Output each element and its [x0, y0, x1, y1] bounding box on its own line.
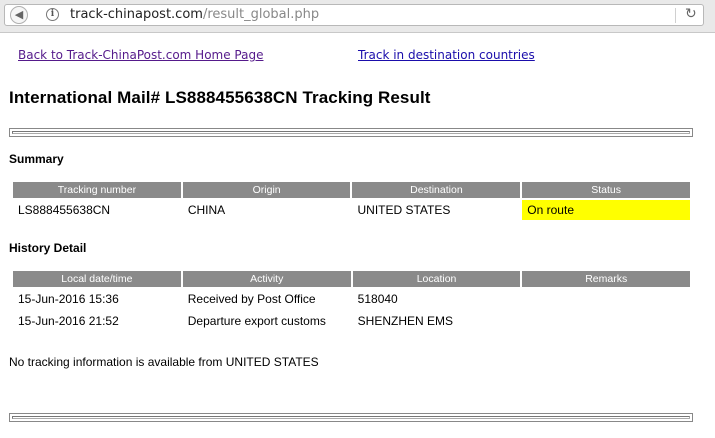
summary-header-row: Tracking number Origin Destination Statu…: [13, 182, 690, 198]
no-tracking-note: No tracking information is available fro…: [9, 355, 319, 369]
datetime-cell: 15-Jun-2016 21:52: [18, 314, 119, 328]
divider-bottom: [9, 413, 693, 422]
location-cell: SHENZHEN EMS: [357, 314, 454, 328]
browser-toolbar: ◀ i track-chinapost.com/result_global.ph…: [0, 0, 715, 33]
reload-icon[interactable]: ↻: [685, 6, 697, 22]
origin-value: CHINA: [187, 203, 226, 217]
table-row: 15-Jun-2016 21:52 Departure export custo…: [13, 311, 690, 331]
table-row: LS888455638CN CHINA UNITED STATES On rou…: [13, 200, 690, 220]
summary-heading: Summary: [9, 152, 64, 166]
col-header-remarks: Remarks: [522, 271, 690, 287]
home-link[interactable]: Back to Track-ChinaPost.com Home Page: [18, 48, 263, 62]
table-row: 15-Jun-2016 15:36 Received by Post Offic…: [13, 289, 690, 309]
info-icon[interactable]: i: [46, 8, 59, 21]
col-header-tracking-number: Tracking number: [13, 182, 181, 198]
location-cell: 518040: [357, 292, 398, 306]
summary-table: Tracking number Origin Destination Statu…: [11, 180, 692, 222]
history-table: Local date/time Activity Location Remark…: [11, 269, 692, 333]
tracking-number-value: LS888455638CN: [18, 203, 111, 217]
col-header-location: Location: [352, 271, 521, 287]
col-header-origin: Origin: [182, 182, 351, 198]
address-bar[interactable]: ◀ i track-chinapost.com/result_global.ph…: [4, 4, 704, 26]
top-links: Back to Track-ChinaPost.com Home Page Tr…: [0, 48, 715, 66]
destination-value: UNITED STATES: [357, 203, 451, 217]
divider-top: [9, 128, 693, 137]
remarks-cell: [522, 311, 690, 331]
url-text[interactable]: track-chinapost.com/result_global.php: [70, 7, 319, 22]
destination-tracking-link[interactable]: Track in destination countries: [358, 48, 535, 62]
history-heading: History Detail: [9, 241, 87, 255]
datetime-cell: 15-Jun-2016 15:36: [18, 292, 119, 306]
remarks-cell: [522, 289, 690, 309]
col-header-activity: Activity: [182, 271, 351, 287]
col-header-destination: Destination: [352, 182, 521, 198]
col-header-status: Status: [522, 182, 690, 198]
page-title: International Mail# LS888455638CN Tracki…: [9, 88, 431, 107]
history-header-row: Local date/time Activity Location Remark…: [13, 271, 690, 287]
col-header-datetime: Local date/time: [13, 271, 181, 287]
back-icon[interactable]: ◀: [10, 6, 28, 24]
activity-cell: Departure export customs: [187, 314, 326, 328]
url-path: /result_global.php: [202, 7, 320, 22]
status-badge: On route: [522, 200, 690, 220]
url-host: track-chinapost.com: [70, 7, 203, 22]
activity-cell: Received by Post Office: [187, 292, 316, 306]
url-divider: [675, 8, 676, 23]
